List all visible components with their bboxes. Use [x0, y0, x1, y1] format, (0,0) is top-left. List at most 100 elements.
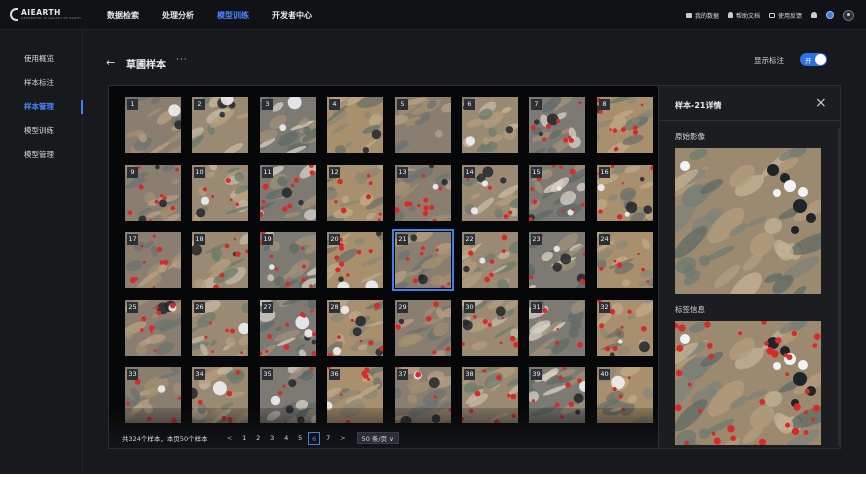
tile-number: 4 — [329, 99, 340, 110]
label-info-heading: 标签信息 — [675, 305, 705, 314]
page-1[interactable]: 1 — [238, 432, 250, 445]
help-docs-link[interactable]: 帮助文档 — [727, 11, 760, 20]
tile-number: 34 — [194, 369, 205, 380]
bell-icon[interactable] — [811, 12, 817, 18]
tile-number: 13 — [397, 167, 408, 178]
tile-number: 12 — [329, 167, 340, 178]
logo-mark-icon — [10, 8, 18, 21]
next-page-icon[interactable]: > — [340, 434, 345, 442]
tile-number: 22 — [464, 234, 475, 245]
sample-tile[interactable]: 2 — [192, 97, 248, 153]
sample-tile[interactable]: 4 — [327, 97, 383, 153]
sidebar: 使用概览 样本标注 样本管理 模型训练 模型管理 — [0, 31, 83, 474]
sample-tile[interactable]: 24 — [597, 232, 653, 288]
sample-tile[interactable]: 13 — [395, 165, 451, 221]
sample-tile[interactable]: 10 — [192, 165, 248, 221]
sample-tile[interactable]: 15 — [529, 165, 585, 221]
nav-model-training[interactable]: 模型训练 — [217, 10, 249, 21]
tile-number: 14 — [464, 167, 475, 178]
top-right-menu: 我的数据 帮助文档 使用反馈 — [685, 0, 854, 30]
show-labels-toggle[interactable]: 开 — [800, 53, 827, 66]
sample-tile[interactable]: 7 — [529, 97, 585, 153]
brand-logo[interactable]: AIEARTH GEOSPATIAL AI GALAXY OF EARTH — [10, 8, 81, 21]
page-title: 草圃样本 — [126, 60, 166, 71]
sidebar-item-annotation[interactable]: 样本标注 — [24, 77, 54, 88]
tile-number: 8 — [599, 99, 610, 110]
sample-tile[interactable]: 19 — [260, 232, 316, 288]
tile-number: 23 — [531, 234, 542, 245]
sidebar-item-model-training[interactable]: 模型训练 — [24, 125, 54, 136]
original-image-heading: 原始影像 — [675, 132, 705, 141]
sample-tile[interactable]: 32 — [597, 300, 653, 356]
label-image — [675, 321, 821, 445]
nav-data-search[interactable]: 数据检索 — [107, 10, 139, 21]
tile-number: 9 — [127, 167, 138, 178]
page-7[interactable]: 7 — [322, 432, 334, 445]
sidebar-item-model-management[interactable]: 模型管理 — [24, 149, 54, 160]
back-arrow-icon[interactable]: ← — [106, 56, 115, 69]
sample-tile[interactable]: 29 — [395, 300, 451, 356]
detail-scrollbar[interactable] — [838, 128, 840, 446]
page-3[interactable]: 3 — [266, 432, 278, 445]
page-6-current[interactable]: 6 — [308, 431, 321, 445]
detail-title: 样本-21详情 — [675, 101, 722, 110]
sample-tile[interactable]: 12 — [327, 165, 383, 221]
nav-developer[interactable]: 开发者中心 — [272, 10, 312, 21]
sample-tile[interactable]: 5 — [395, 97, 451, 153]
sample-tile[interactable]: 6 — [462, 97, 518, 153]
tile-number: 25 — [127, 302, 138, 313]
sample-tile[interactable]: 25 — [125, 300, 181, 356]
sample-tile[interactable]: 14 — [462, 165, 518, 221]
sample-tile[interactable]: 31 — [529, 300, 585, 356]
tile-number: 26 — [194, 302, 205, 313]
prev-page-icon[interactable]: < — [227, 434, 232, 442]
database-icon — [685, 12, 692, 18]
tile-number: 33 — [127, 369, 138, 380]
sample-tile[interactable]: 21 — [392, 229, 454, 291]
sample-tile[interactable]: 22 — [462, 232, 518, 288]
main-nav: 数据检索 处理分析 模型训练 开发者中心 — [107, 0, 335, 30]
sample-tile[interactable]: 8 — [597, 97, 653, 153]
sidebar-item-overview[interactable]: 使用概览 — [24, 53, 54, 64]
sample-grid: 1 2 3 4 5 6 7 8 9 10 11 12 13 14 15 16 17 18 19 20 21 22 23 24 2… — [108, 85, 659, 449]
sample-tile[interactable]: 18 — [192, 232, 248, 288]
tile-number: 5 — [397, 99, 408, 110]
brand-name: AIEARTH — [21, 7, 61, 17]
globe-icon[interactable] — [826, 11, 834, 19]
sample-tile[interactable]: 20 — [327, 232, 383, 288]
sample-tile[interactable]: 1 — [125, 97, 181, 153]
toggle-text: 开 — [805, 57, 812, 65]
page-4[interactable]: 4 — [280, 432, 292, 445]
tile-number: 19 — [262, 234, 273, 245]
sample-tile[interactable]: 9 — [125, 165, 181, 221]
page-size-select[interactable]: 50 条/页 ∨ — [356, 432, 399, 444]
sample-tile[interactable]: 17 — [125, 232, 181, 288]
sample-tile[interactable]: 11 — [260, 165, 316, 221]
show-labels-label: 显示标注 — [754, 56, 784, 65]
my-data-link[interactable]: 我的数据 — [685, 11, 719, 20]
tile-number: 15 — [531, 167, 542, 178]
tile-number: 36 — [329, 369, 340, 380]
detail-divider — [659, 120, 840, 121]
feedback-link[interactable]: 使用反馈 — [768, 11, 802, 20]
sample-tile[interactable]: 30 — [462, 300, 518, 356]
sample-tile[interactable]: 27 — [260, 300, 316, 356]
sample-tile[interactable]: 3 — [260, 97, 316, 153]
tile-number: 3 — [262, 99, 273, 110]
page-2[interactable]: 2 — [252, 432, 264, 445]
sample-tile[interactable]: 16 — [597, 165, 653, 221]
tile-number: 32 — [599, 302, 610, 313]
more-options-icon[interactable]: ··· — [176, 55, 188, 65]
tile-number: 28 — [329, 302, 340, 313]
page-5[interactable]: 5 — [294, 432, 306, 445]
tile-number: 40 — [599, 369, 610, 380]
sample-tile[interactable]: 26 — [192, 300, 248, 356]
nav-processing[interactable]: 处理分析 — [162, 10, 194, 21]
close-icon[interactable]: × — [815, 95, 827, 111]
sample-tile[interactable]: 23 — [529, 232, 585, 288]
user-avatar-icon[interactable] — [843, 9, 854, 21]
sample-tile[interactable]: 28 — [327, 300, 383, 356]
sample-detail-panel: 样本-21详情 × 原始影像 标签信息 — [659, 85, 841, 449]
sidebar-item-sample-management[interactable]: 样本管理 — [24, 101, 54, 112]
tile-number: 21 — [397, 234, 408, 245]
